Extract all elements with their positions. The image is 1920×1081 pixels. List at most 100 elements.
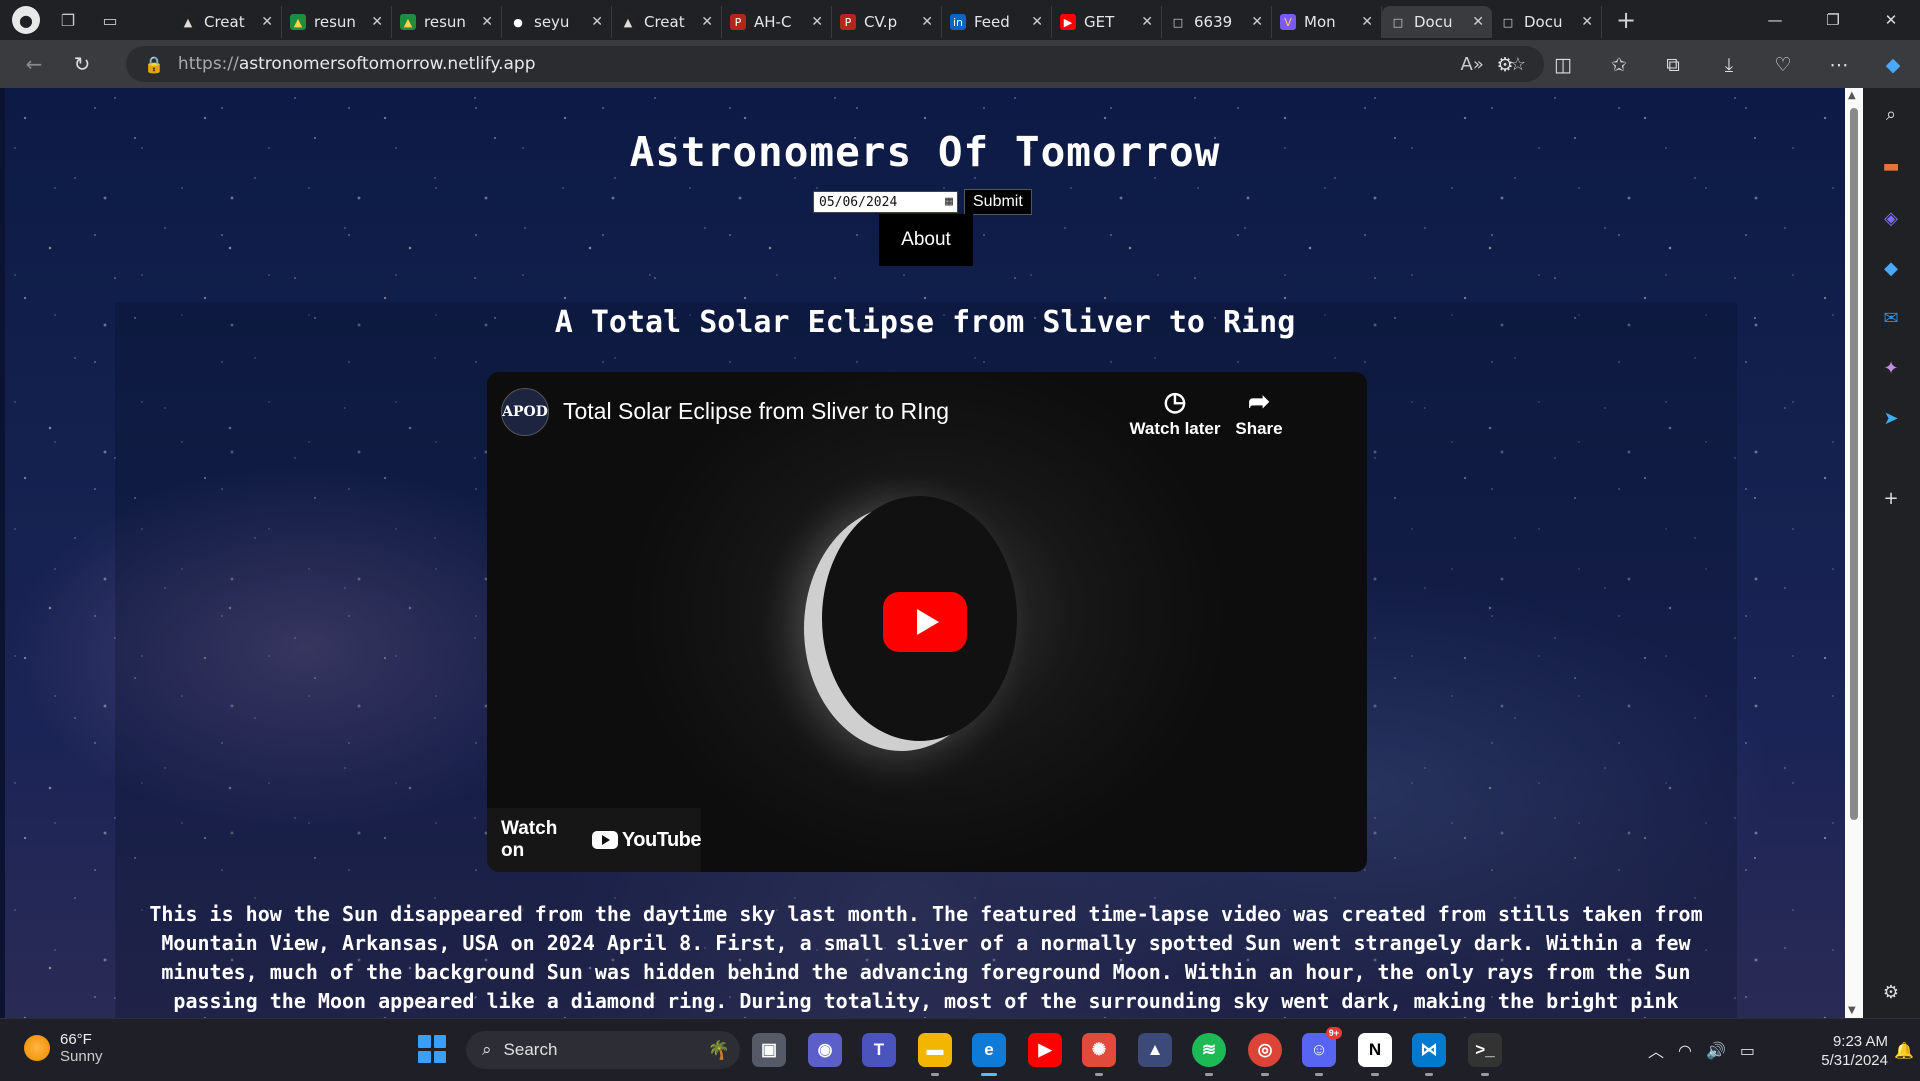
app-icon-triangle[interactable]: ▲ [1138, 1033, 1172, 1067]
split-screen-icon[interactable]: ◫ [1548, 50, 1578, 80]
address-bar[interactable]: 🔒 https:// astronomersoftomorrow.netlify… [126, 46, 1544, 82]
tab-close-icon[interactable]: ✕ [1472, 14, 1484, 30]
profile-avatar-icon[interactable]: ● [12, 6, 40, 34]
battery-icon[interactable]: ▭ [1740, 1041, 1755, 1060]
browser-tab[interactable]: V Mon ✕ [1272, 6, 1382, 38]
app-icon-red[interactable]: ✺ [1082, 1033, 1116, 1076]
favorites-icon[interactable]: ✩ [1604, 50, 1634, 80]
tab-close-icon[interactable]: ✕ [921, 14, 933, 30]
browser-tab[interactable]: ▲ Creat ✕ [612, 6, 722, 38]
browser-tab[interactable]: in Feed ✕ [942, 6, 1052, 38]
page-scrollbar[interactable]: ▲ ▼ [1845, 88, 1863, 1018]
spotify-icon[interactable]: ≋ [1192, 1033, 1226, 1076]
volume-icon[interactable]: 🔊 [1706, 1041, 1726, 1060]
terminal-icon[interactable]: >_ [1468, 1033, 1502, 1076]
new-tab-button[interactable]: + [1616, 6, 1636, 34]
tab-actions-icon[interactable]: ▭ [96, 6, 124, 34]
watch-on-label: Watch on [501, 818, 558, 861]
more-menu-icon[interactable]: ⋯ [1824, 50, 1854, 80]
browser-tab[interactable]: ▲ resun ✕ [282, 6, 392, 38]
discord-icon[interactable]: ☺ 9+ [1302, 1027, 1342, 1076]
vscode-icon[interactable]: ⋈ [1412, 1033, 1446, 1076]
tab-title: GET [1084, 13, 1115, 31]
browser-tab[interactable]: ● seyu ✕ [502, 6, 612, 38]
browser-tab[interactable]: □ Docu ✕ [1492, 6, 1602, 38]
tab-close-icon[interactable]: ✕ [371, 14, 383, 30]
video-title[interactable]: Total Solar Eclipse from Sliver to RIng [563, 398, 949, 425]
read-aloud-icon[interactable]: A» [1461, 54, 1484, 75]
tab-close-icon[interactable]: ✕ [1031, 14, 1043, 30]
task-view-icon[interactable]: ▣ [752, 1033, 786, 1067]
minimize-button[interactable]: — [1746, 0, 1804, 40]
tab-close-icon[interactable]: ✕ [1361, 14, 1373, 30]
watch-later-label: Watch later [1129, 419, 1221, 438]
notification-bell-icon[interactable]: 🔔 [1894, 1041, 1914, 1060]
copilot-icon[interactable]: ◆ [1878, 50, 1908, 80]
tab-close-icon[interactable]: ✕ [1141, 14, 1153, 30]
tray-overflow-chevron-icon[interactable]: ︿ [1648, 1038, 1664, 1062]
submit-button[interactable]: Submit [964, 189, 1032, 215]
file-explorer-icon[interactable]: ▬ [918, 1033, 952, 1076]
tab-close-icon[interactable]: ✕ [591, 14, 603, 30]
sidebar-copilot-icon[interactable]: ◈ [1877, 204, 1905, 232]
sidebar-search-icon[interactable]: ⌕ [1877, 100, 1905, 128]
edge-icon[interactable]: e [972, 1033, 1006, 1076]
sidebar-games-icon[interactable]: ✦ [1877, 354, 1905, 382]
scrollbar-thumb[interactable] [1850, 108, 1858, 820]
tab-close-icon[interactable]: ✕ [811, 14, 823, 30]
refresh-button[interactable]: ↻ [62, 44, 102, 84]
teams-chat-icon[interactable]: ◉ [808, 1033, 842, 1067]
channel-logo[interactable]: APOD [501, 388, 549, 436]
sidebar-outlook-icon[interactable]: ✉ [1877, 304, 1905, 332]
chrome-icon[interactable]: ◎ [1248, 1033, 1282, 1076]
sidebar-tools-icon[interactable]: ▬ [1877, 152, 1905, 180]
tab-title: AH-C [754, 13, 792, 31]
tab-close-icon[interactable]: ✕ [1251, 14, 1263, 30]
youtube-app-icon[interactable]: ▶ [1028, 1033, 1062, 1067]
browser-tab[interactable]: □ 6639 ✕ [1162, 6, 1272, 38]
sidebar-add-icon[interactable]: + [1877, 484, 1905, 512]
browser-tab[interactable]: ▲ resun ✕ [392, 6, 502, 38]
lock-icon[interactable]: 🔒 [144, 55, 164, 74]
browser-tab[interactable]: □ Docu ✕ [1382, 6, 1492, 38]
back-button[interactable]: ← [14, 44, 54, 84]
tab-close-icon[interactable]: ✕ [1581, 14, 1593, 30]
play-button[interactable] [883, 592, 967, 652]
scroll-down-arrow-icon[interactable]: ▼ [1848, 1005, 1856, 1016]
browser-essentials-icon[interactable]: ♡ [1768, 50, 1798, 80]
extensions-icon[interactable]: ⚙ [1490, 50, 1520, 80]
browser-tab[interactable]: P AH-C ✕ [722, 6, 832, 38]
scroll-up-arrow-icon[interactable]: ▲ [1848, 90, 1856, 101]
sidebar-send-icon[interactable]: ➤ [1877, 404, 1905, 432]
downloads-icon[interactable]: ⤓ [1714, 50, 1744, 80]
tab-close-icon[interactable]: ✕ [261, 14, 273, 30]
tab-close-icon[interactable]: ✕ [481, 14, 493, 30]
wifi-icon[interactable]: ◠ [1678, 1041, 1692, 1060]
watch-on-youtube-button[interactable]: Watch on YouTube [487, 808, 702, 872]
browser-tab[interactable]: P CV.p ✕ [832, 6, 942, 38]
weather-widget[interactable]: 66°F Sunny [24, 1031, 103, 1065]
weather-temp: 66°F [60, 1031, 92, 1048]
workspaces-icon[interactable]: ❐ [54, 6, 82, 34]
close-window-button[interactable]: ✕ [1862, 0, 1920, 40]
explanation-text: This is how the Sun disappeared from the… [149, 902, 1703, 1013]
teams-icon[interactable]: T [862, 1033, 896, 1067]
calendar-icon[interactable]: ▦ [945, 194, 953, 209]
about-button[interactable]: About [879, 214, 973, 266]
taskbar-search[interactable]: ⌕ Search 🌴 [466, 1031, 740, 1069]
windows-start-icon[interactable] [418, 1035, 446, 1063]
collections-icon[interactable]: ⧉ [1658, 50, 1688, 80]
notion-icon[interactable]: N [1358, 1033, 1392, 1076]
tab-favicon-icon: □ [1172, 15, 1184, 29]
tab-close-icon[interactable]: ✕ [701, 14, 713, 30]
browser-tab[interactable]: ▶ GET ✕ [1052, 6, 1162, 38]
date-input[interactable]: 05/06/2024 ▦ [813, 191, 958, 213]
sidebar-shopping-icon[interactable]: ◆ [1877, 254, 1905, 282]
share-button[interactable]: ➦ Share [1209, 386, 1309, 439]
youtube-embed[interactable]: APOD Total Solar Eclipse from Sliver to … [487, 372, 1367, 872]
share-arrow-icon: ➦ [1248, 386, 1270, 416]
taskbar-clock[interactable]: 9:23 AM 5/31/2024 [1784, 1032, 1888, 1070]
browser-tab[interactable]: ▲ Creat ✕ [172, 6, 282, 38]
restore-button[interactable]: ❐ [1804, 0, 1862, 40]
sidebar-settings-gear-icon[interactable]: ⚙ [1877, 978, 1905, 1006]
